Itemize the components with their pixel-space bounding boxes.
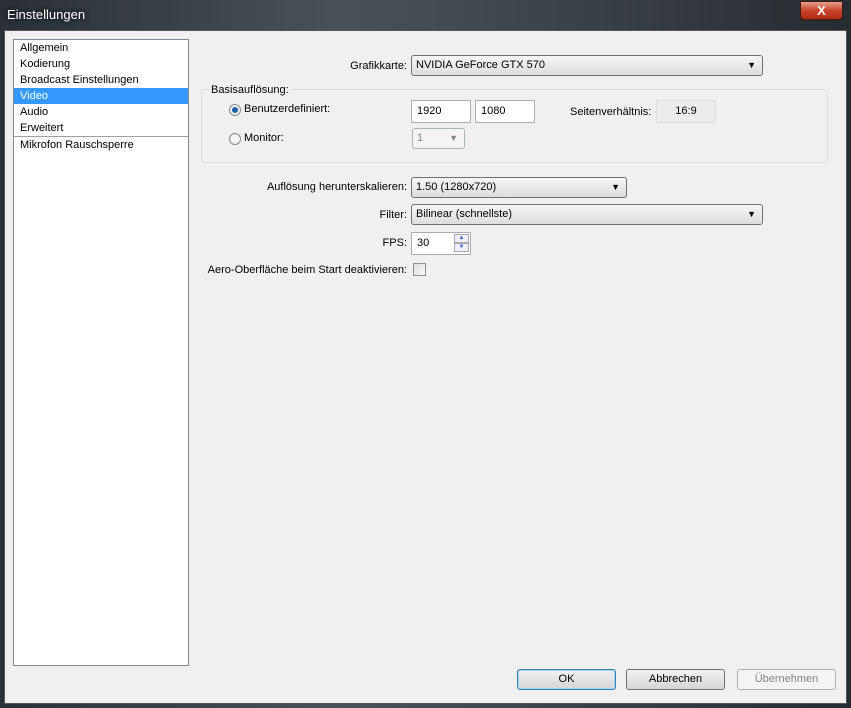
downscale-label: Auflösung herunterskalieren:: [266, 181, 407, 193]
filter-value: Bilinear (schnellste): [416, 208, 512, 220]
chevron-down-icon: ▼: [747, 60, 756, 70]
ok-button[interactable]: OK: [517, 669, 616, 690]
chevron-down-icon: ▼: [611, 182, 620, 192]
aero-checkbox[interactable]: [413, 263, 426, 276]
sidebar-item-audio[interactable]: Audio: [14, 104, 188, 120]
custom-label: Benutzerdefiniert:: [244, 103, 331, 115]
grafikkarte-label: Grafikkarte:: [350, 60, 407, 72]
monitor-select[interactable]: 1 ▼: [412, 128, 465, 149]
close-button[interactable]: X: [800, 1, 843, 20]
chevron-down-icon: ▼: [449, 133, 458, 143]
monitor-label: Monitor:: [244, 132, 284, 144]
sidebar-item-mikrofon[interactable]: Mikrofon Rauschsperre: [14, 137, 188, 153]
filter-select[interactable]: Bilinear (schnellste) ▼: [411, 204, 763, 225]
fps-value: 30: [417, 237, 430, 249]
grafikkarte-value: NVIDIA GeForce GTX 570: [416, 59, 545, 71]
fps-label: FPS:: [382, 237, 407, 249]
chevron-down-icon: ▼: [747, 209, 756, 219]
cancel-button[interactable]: Abbrechen: [626, 669, 725, 690]
spin-up-icon[interactable]: ▲: [454, 234, 469, 243]
apply-button[interactable]: Übernehmen: [737, 669, 836, 690]
height-input[interactable]: 1080: [475, 100, 535, 123]
basisaufloesung-label: Basisauflösung:: [209, 84, 291, 96]
sidebar-item-video[interactable]: Video: [14, 88, 188, 104]
filter-label: Filter:: [379, 209, 408, 221]
aspect-value: 16:9: [656, 100, 716, 123]
grafikkarte-select[interactable]: NVIDIA GeForce GTX 570 ▼: [411, 55, 763, 76]
settings-window: Einstellungen X Allgemein Kodierung Broa…: [0, 0, 851, 708]
downscale-value: 1.50 (1280x720): [416, 181, 497, 193]
spin-down-icon[interactable]: ▼: [454, 243, 469, 252]
sidebar-item-broadcast[interactable]: Broadcast Einstellungen: [14, 72, 188, 88]
sidebar-item-kodierung[interactable]: Kodierung: [14, 56, 188, 72]
sidebar-item-allgemein[interactable]: Allgemein: [14, 40, 188, 56]
aspect-label: Seitenverhältnis:: [570, 106, 652, 118]
monitor-value: 1: [417, 132, 424, 144]
monitor-radio[interactable]: [229, 133, 241, 145]
window-title: Einstellungen: [7, 7, 86, 22]
aero-label: Aero-Oberfläche beim Start deaktivieren:: [207, 264, 407, 276]
dialog-client: Allgemein Kodierung Broadcast Einstellun…: [4, 30, 847, 704]
sidebar-item-erweitert[interactable]: Erweitert: [14, 120, 188, 136]
settings-category-list[interactable]: Allgemein Kodierung Broadcast Einstellun…: [13, 39, 189, 666]
downscale-select[interactable]: 1.50 (1280x720) ▼: [411, 177, 627, 198]
custom-radio[interactable]: [229, 104, 241, 116]
width-input[interactable]: 1920: [411, 100, 471, 123]
